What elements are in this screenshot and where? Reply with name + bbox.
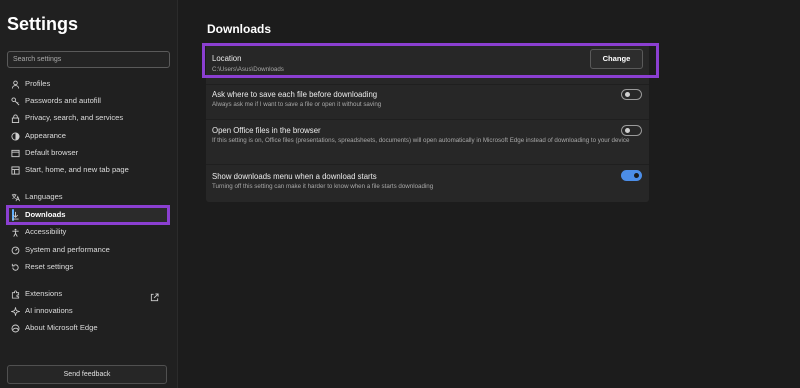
sidebar-item-label: Default browser bbox=[25, 148, 79, 157]
browser-icon bbox=[11, 149, 20, 158]
sidebar-item-label: Downloads bbox=[25, 210, 66, 219]
setting-description: Always ask me if I want to save a file o… bbox=[212, 101, 382, 108]
sidebar-item-label: Extensions bbox=[25, 289, 63, 298]
sidebar: Settings Search settings Profiles Passwo… bbox=[0, 0, 178, 388]
sidebar-item-label: About Microsoft Edge bbox=[25, 323, 98, 332]
toggle-knob bbox=[634, 173, 639, 178]
download-icon bbox=[11, 211, 20, 220]
sidebar-item-appearance[interactable]: Appearance bbox=[11, 129, 161, 143]
sidebar-item-label: System and performance bbox=[25, 245, 110, 254]
sidebar-item-start-home[interactable]: Start, home, and new tab page bbox=[11, 163, 161, 177]
setting-description: Turning off this setting can make it har… bbox=[212, 183, 434, 190]
sidebar-item-passwords[interactable]: Passwords and autofill bbox=[11, 94, 161, 108]
show-downloads-menu-toggle[interactable] bbox=[621, 170, 642, 181]
send-feedback-button[interactable]: Send feedback bbox=[7, 365, 167, 384]
sidebar-item-label: Accessibility bbox=[25, 227, 67, 236]
sidebar-item-system[interactable]: System and performance bbox=[11, 243, 161, 257]
setting-title: Open Office files in the browser bbox=[212, 126, 321, 135]
sidebar-item-label: Reset settings bbox=[25, 262, 74, 271]
sidebar-item-reset[interactable]: Reset settings bbox=[11, 260, 161, 274]
divider bbox=[206, 84, 649, 85]
sidebar-item-downloads[interactable]: Downloads bbox=[11, 208, 161, 222]
setting-title: Ask where to save each file before downl… bbox=[212, 90, 378, 99]
sidebar-item-accessibility[interactable]: Accessibility bbox=[11, 225, 161, 239]
divider bbox=[206, 164, 649, 165]
sidebar-item-extensions[interactable]: Extensions bbox=[11, 287, 161, 301]
location-highlight-box bbox=[202, 43, 659, 78]
key-icon bbox=[11, 96, 20, 106]
sidebar-item-label: Appearance bbox=[25, 131, 66, 140]
sidebar-item-about[interactable]: About Microsoft Edge bbox=[11, 321, 161, 335]
home-icon bbox=[11, 165, 20, 175]
toggle-knob bbox=[625, 128, 630, 133]
sidebar-item-label: Start, home, and new tab page bbox=[25, 165, 129, 174]
lock-icon bbox=[11, 113, 20, 123]
ask-where-to-save-toggle[interactable] bbox=[621, 89, 642, 100]
sidebar-item-label: Passwords and autofill bbox=[25, 96, 101, 105]
edge-icon bbox=[11, 324, 20, 333]
sidebar-item-languages[interactable]: Languages bbox=[11, 190, 161, 204]
sidebar-item-label: Languages bbox=[25, 192, 63, 201]
sidebar-item-ai-innovations[interactable]: AI innovations bbox=[11, 304, 161, 318]
toggle-knob bbox=[625, 92, 630, 97]
system-icon bbox=[11, 246, 20, 255]
open-office-files-toggle[interactable] bbox=[621, 125, 642, 136]
sidebar-item-label: Profiles bbox=[25, 79, 51, 88]
accessibility-icon bbox=[11, 228, 20, 237]
external-link-icon[interactable] bbox=[150, 289, 159, 302]
sidebar-item-label: Privacy, search, and services bbox=[25, 113, 124, 122]
sidebar-item-profiles[interactable]: Profiles bbox=[11, 77, 161, 91]
page-title: Downloads bbox=[207, 22, 272, 36]
sidebar-item-default-browser[interactable]: Default browser bbox=[11, 146, 161, 160]
setting-description: If this setting is on, Office files (pre… bbox=[212, 137, 630, 144]
appearance-icon bbox=[11, 131, 20, 141]
setting-title: Show downloads menu when a download star… bbox=[212, 172, 377, 181]
languages-icon bbox=[11, 193, 20, 202]
sidebar-item-label: AI innovations bbox=[25, 306, 73, 315]
search-input[interactable]: Search settings bbox=[7, 51, 170, 68]
divider bbox=[206, 119, 649, 120]
extensions-icon bbox=[11, 289, 20, 299]
sidebar-item-privacy[interactable]: Privacy, search, and services bbox=[11, 111, 161, 125]
reset-icon bbox=[11, 263, 20, 272]
ai-icon bbox=[11, 306, 20, 316]
profile-icon bbox=[11, 80, 20, 89]
app-title: Settings bbox=[7, 14, 79, 34]
